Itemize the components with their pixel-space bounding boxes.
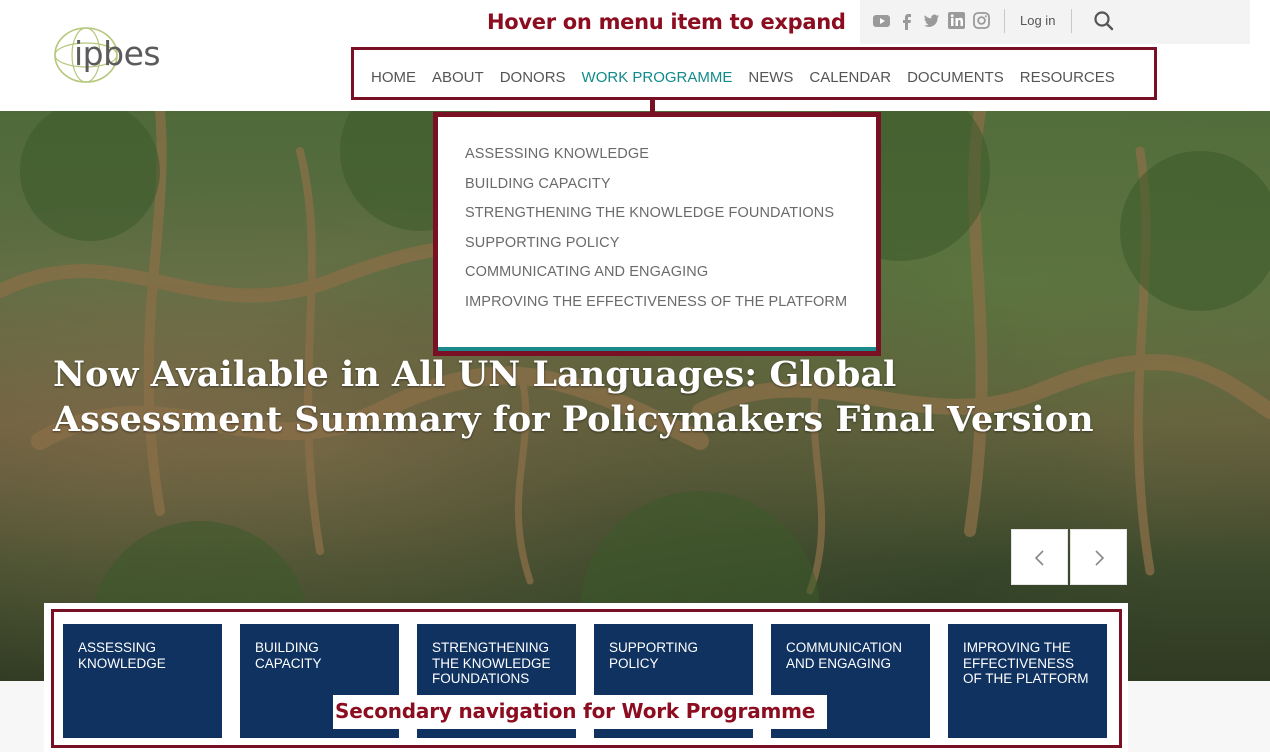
page-background <box>0 681 44 752</box>
nav-item-about[interactable]: ABOUT <box>432 69 484 86</box>
nav-item-resources[interactable]: RESOURCES <box>1020 69 1115 86</box>
nav-item-documents[interactable]: DOCUMENTS <box>907 69 1004 86</box>
facebook-icon[interactable] <box>897 11 916 30</box>
nav-item-donors[interactable]: DONORS <box>500 69 566 86</box>
page-background <box>1128 681 1270 752</box>
linkedin-icon[interactable] <box>947 11 966 30</box>
carousel-prev-button[interactable] <box>1011 529 1068 585</box>
dropdown-item[interactable]: ASSESSING KNOWLEDGE <box>465 146 847 176</box>
chevron-right-icon <box>1095 550 1105 566</box>
secnav-tile-improving-effectiveness[interactable]: IMPROVING THE EFFECTIVENESS OF THE PLATF… <box>948 624 1107 738</box>
secnav-tile-assessing-knowledge[interactable]: ASSESSING KNOWLEDGE <box>63 624 222 738</box>
topbar-divider <box>1004 9 1005 33</box>
youtube-icon[interactable] <box>872 11 891 30</box>
nav-item-news[interactable]: NEWS <box>748 69 793 86</box>
chevron-left-icon <box>1034 550 1044 566</box>
dropdown-list: ASSESSING KNOWLEDGE BUILDING CAPACITY ST… <box>465 146 847 324</box>
dropdown-accent-bar <box>438 347 876 351</box>
login-link[interactable]: Log in <box>1020 13 1055 28</box>
dropdown-item[interactable]: IMPROVING THE EFFECTIVENESS OF THE PLATF… <box>465 294 847 324</box>
nav-item-calendar[interactable]: CALENDAR <box>809 69 891 86</box>
instagram-icon[interactable] <box>972 11 991 30</box>
search-icon[interactable] <box>1093 10 1115 32</box>
dropdown-item[interactable]: BUILDING CAPACITY <box>465 176 847 206</box>
hero-headline[interactable]: Now Available in All UN Languages: Globa… <box>53 352 1103 442</box>
ipbes-logo[interactable]: ipbes <box>52 24 182 86</box>
main-nav: HOME ABOUT DONORS WORK PROGRAMME NEWS CA… <box>371 69 1115 86</box>
nav-item-work-programme[interactable]: WORK PROGRAMME <box>582 69 733 86</box>
twitter-icon[interactable] <box>922 11 941 30</box>
dropdown-item[interactable]: SUPPORTING POLICY <box>465 235 847 265</box>
dropdown-connector <box>650 100 655 112</box>
dropdown-item[interactable]: COMMUNICATING AND ENGAGING <box>465 264 847 294</box>
nav-item-home[interactable]: HOME <box>371 69 416 86</box>
dropdown-item[interactable]: STRENGTHENING THE KNOWLEDGE FOUNDATIONS <box>465 205 847 235</box>
topbar-divider <box>1071 9 1072 33</box>
carousel-next-button[interactable] <box>1070 529 1127 585</box>
work-programme-dropdown: ASSESSING KNOWLEDGE BUILDING CAPACITY ST… <box>433 112 881 356</box>
secondary-nav-annotation: Secondary navigation for Work Programme <box>333 695 827 729</box>
hover-annotation: Hover on menu item to expand <box>487 10 846 34</box>
logo-text: ipbes <box>74 34 161 73</box>
social-links <box>872 11 991 30</box>
